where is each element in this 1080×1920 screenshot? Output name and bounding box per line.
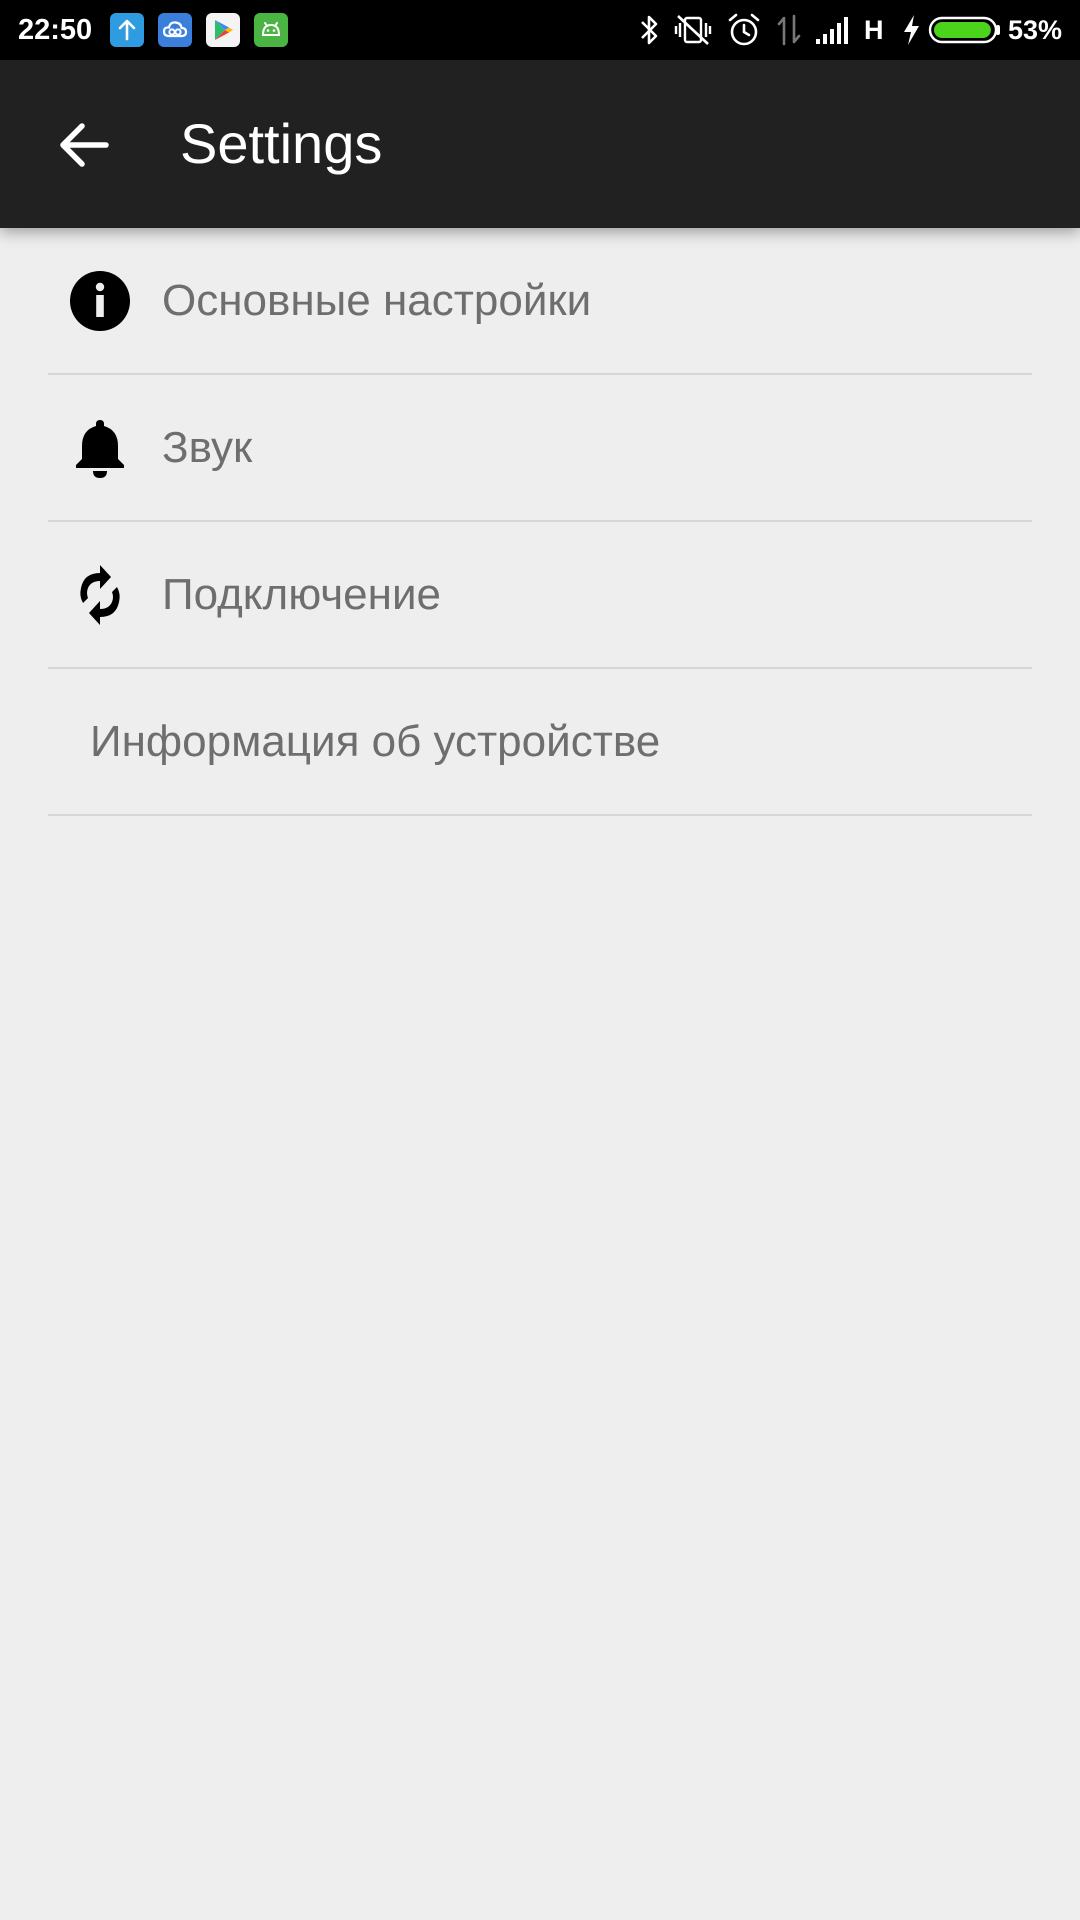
settings-item-label: Подключение [162,569,441,619]
network-type: H [864,15,884,45]
app-bar: Settings [0,60,1080,228]
alarm-icon [728,13,760,46]
cloud-icon [158,13,192,47]
android-app-icon [254,13,288,47]
settings-item-general[interactable]: Основные настройки [48,228,1032,375]
status-bar: 22:50 H 53% [0,0,1080,60]
page-title: Settings [180,112,383,175]
sync-icon [70,564,130,625]
settings-list: Основные настройки Звук Подключение Инфо… [48,228,1032,816]
arrow-back-icon [60,123,109,167]
data-arrows-icon [777,14,801,46]
battery-icon [928,16,1000,44]
vibrate-off-icon [674,15,712,45]
settings-item-label: Информация об устройстве [90,716,661,766]
status-time: 22:50 [18,14,93,46]
play-store-icon [206,13,240,47]
signal-icon [816,17,848,44]
settings-item-connection[interactable]: Подключение [48,522,1032,669]
settings-item-label: Основные настройки [162,275,592,325]
charging-icon [904,15,919,45]
settings-item-device-info[interactable]: Информация об устройстве [48,669,1032,816]
battery-percent: 53% [1008,15,1063,45]
back-button[interactable] [44,110,124,180]
info-icon [70,270,130,331]
settings-item-label: Звук [162,422,253,472]
bell-icon [70,418,130,478]
bluetooth-icon [641,15,658,45]
settings-item-sound[interactable]: Звук [48,375,1032,522]
upload-icon [110,13,144,47]
